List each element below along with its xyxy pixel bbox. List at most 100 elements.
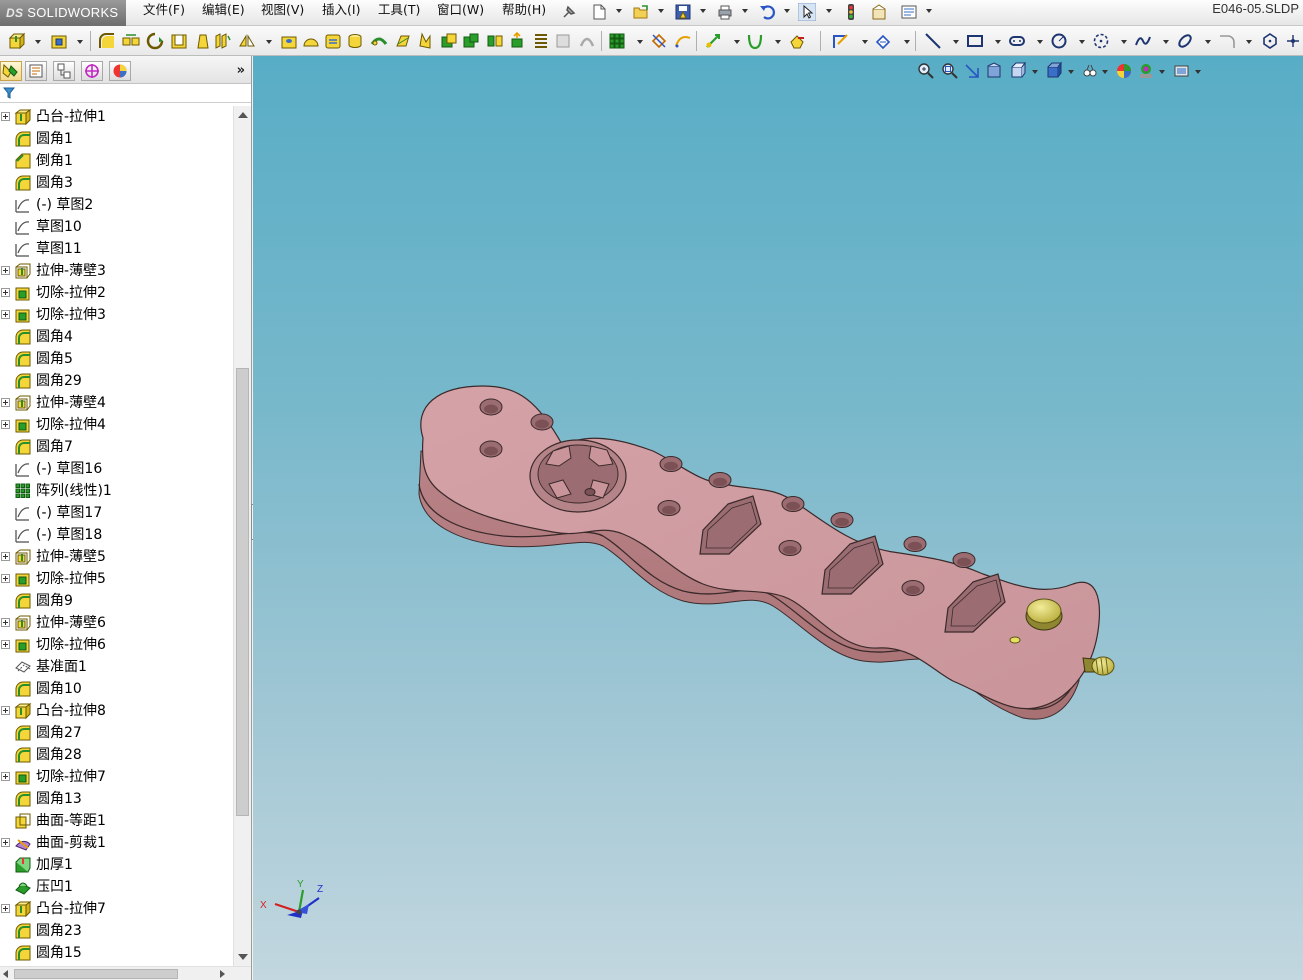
- tree-item[interactable]: 圆角1: [0, 128, 233, 150]
- tree-item[interactable]: 切除-拉伸7: [0, 766, 233, 788]
- pattern-grid-icon[interactable]: [608, 32, 626, 50]
- tree-item[interactable]: 圆角7: [0, 436, 233, 458]
- line-icon[interactable]: [924, 32, 942, 50]
- menu-file[interactable]: 文件(F): [143, 0, 185, 26]
- rib-icon[interactable]: [214, 32, 232, 50]
- sketch-icon[interactable]: [832, 32, 850, 50]
- scroll-thumb-horizontal[interactable]: [14, 969, 178, 979]
- tree-item[interactable]: 曲面-等距1: [0, 810, 233, 832]
- line-dropdown-arrow[interactable]: [953, 40, 959, 44]
- tree-item[interactable]: 圆角4: [0, 326, 233, 348]
- slot-dropdown-arrow[interactable]: [1037, 40, 1043, 44]
- revolve-icon[interactable]: [146, 32, 164, 50]
- tree-item[interactable]: 圆角13: [0, 788, 233, 810]
- tree-item[interactable]: 拉伸-薄壁6: [0, 612, 233, 634]
- cylinder-icon[interactable]: [346, 32, 364, 50]
- tree-item[interactable]: 圆角28: [0, 744, 233, 766]
- tree-expand-toggle[interactable]: [1, 838, 10, 847]
- loft-icon[interactable]: [394, 32, 412, 50]
- select-dropdown-arrow[interactable]: [826, 9, 832, 13]
- new-document-icon[interactable]: [590, 3, 608, 21]
- tree-item[interactable]: 切除-拉伸3: [0, 304, 233, 326]
- dimension-dropdown-arrow[interactable]: [904, 40, 910, 44]
- tree-item[interactable]: 圆角27: [0, 722, 233, 744]
- arc-dropdown-arrow[interactable]: [1121, 40, 1127, 44]
- tree-item[interactable]: 草图11: [0, 238, 233, 260]
- tree-item[interactable]: 圆角15: [0, 942, 233, 964]
- tree-expand-toggle[interactable]: [1, 266, 10, 275]
- feature-works-icon[interactable]: [788, 32, 806, 50]
- tab-dimxpert-manager[interactable]: [81, 61, 103, 81]
- tree-expand-toggle[interactable]: [1, 552, 10, 561]
- tree-item[interactable]: 草图10: [0, 216, 233, 238]
- solidworks-logo[interactable]: DS SOLIDWORKS: [0, 0, 126, 26]
- menu-tools[interactable]: 工具(T): [378, 0, 420, 26]
- tree-item[interactable]: 压凹1: [0, 876, 233, 898]
- curves-icon[interactable]: [674, 32, 692, 50]
- tree-expand-toggle[interactable]: [1, 112, 10, 121]
- open-folder-icon[interactable]: [632, 3, 650, 21]
- menu-view[interactable]: 视图(V): [261, 0, 304, 26]
- tree-item[interactable]: 倒角1: [0, 150, 233, 172]
- open-dropdown-arrow[interactable]: [658, 9, 664, 13]
- indent-icon[interactable]: [416, 32, 434, 50]
- undo-dropdown-arrow[interactable]: [784, 9, 790, 13]
- menu-window[interactable]: 窗口(W): [437, 0, 484, 26]
- scroll-right-arrow[interactable]: [220, 970, 225, 978]
- ellipse-dropdown-arrow[interactable]: [1205, 40, 1211, 44]
- tree-item[interactable]: 切除-拉伸4: [0, 414, 233, 436]
- menu-edit[interactable]: 编辑(E): [202, 0, 245, 26]
- tree-item[interactable]: 圆角23: [0, 920, 233, 942]
- sketch-dropdown-arrow[interactable]: [862, 40, 868, 44]
- undo-icon[interactable]: [758, 3, 776, 21]
- tree-item[interactable]: 拉伸-薄壁5: [0, 546, 233, 568]
- linear-pattern-icon[interactable]: [122, 32, 140, 50]
- tree-item[interactable]: 圆角29: [0, 370, 233, 392]
- instant3d-dropdown-arrow[interactable]: [734, 40, 740, 44]
- tree-expand-toggle[interactable]: [1, 420, 10, 429]
- sketch-fillet-dropdown-arrow[interactable]: [1246, 40, 1252, 44]
- pin-icon[interactable]: [560, 3, 578, 21]
- tree-item[interactable]: 曲面-剪裁1: [0, 832, 233, 854]
- hole-wizard-icon[interactable]: [280, 32, 298, 50]
- circle-dropdown-arrow[interactable]: [1079, 40, 1085, 44]
- dome-icon[interactable]: [302, 32, 320, 50]
- options-icon[interactable]: [900, 3, 918, 21]
- shell-icon[interactable]: [170, 32, 188, 50]
- tree-item[interactable]: 凸台-拉伸1: [0, 106, 233, 128]
- draft-icon[interactable]: [194, 32, 212, 50]
- tree-item[interactable]: 切除-拉伸5: [0, 568, 233, 590]
- tree-item[interactable]: 加厚1: [0, 854, 233, 876]
- tree-item[interactable]: 拉伸-薄壁4: [0, 392, 233, 414]
- extruded-cut-icon[interactable]: [50, 32, 68, 50]
- tree-expand-toggle[interactable]: [1, 398, 10, 407]
- reference-geometry-icon[interactable]: [650, 32, 668, 50]
- scroll-up-arrow[interactable]: [238, 112, 248, 118]
- tree-item[interactable]: 基准面1: [0, 656, 233, 678]
- tree-item[interactable]: 圆角3: [0, 172, 233, 194]
- fillet-icon[interactable]: [98, 32, 116, 50]
- rectangle-icon[interactable]: [966, 32, 984, 50]
- tree-expand-toggle[interactable]: [1, 904, 10, 913]
- tab-feature-manager[interactable]: [0, 61, 22, 81]
- wrap-icon[interactable]: [324, 32, 342, 50]
- ellipse-icon[interactable]: [1176, 32, 1194, 50]
- spline-tools-icon[interactable]: [746, 32, 764, 50]
- tree-expand-toggle[interactable]: [1, 640, 10, 649]
- circle-icon[interactable]: [1050, 32, 1068, 50]
- 3d-model[interactable]: [253, 56, 1303, 980]
- boss-dropdown-arrow[interactable]: [35, 40, 41, 44]
- cut-dropdown-arrow[interactable]: [77, 40, 83, 44]
- tree-item[interactable]: 拉伸-薄壁3: [0, 260, 233, 282]
- save-dropdown-arrow[interactable]: [700, 9, 706, 13]
- tree-expand-toggle[interactable]: [1, 310, 10, 319]
- scroll-left-arrow[interactable]: [3, 970, 8, 978]
- menu-help[interactable]: 帮助(H): [502, 0, 546, 26]
- tree-item[interactable]: (-) 草图2: [0, 194, 233, 216]
- tree-expand-toggle[interactable]: [1, 574, 10, 583]
- thread-icon[interactable]: [532, 32, 550, 50]
- tree-item[interactable]: (-) 草图16: [0, 458, 233, 480]
- intersect-icon[interactable]: [462, 32, 480, 50]
- rebuild-traffic-light-icon[interactable]: [842, 3, 860, 21]
- file-properties-icon[interactable]: [870, 3, 888, 21]
